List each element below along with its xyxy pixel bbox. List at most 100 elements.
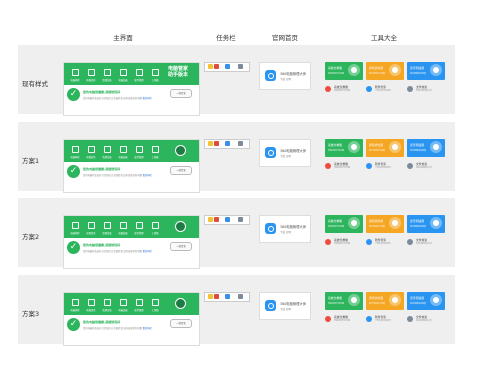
tool-card-sub: 提升游戏运行速度 <box>369 73 386 75</box>
app-icon[interactable] <box>265 147 276 158</box>
tool-card[interactable]: 游戏优化器 提升游戏运行速度 <box>366 62 404 80</box>
app-icon[interactable] <box>265 300 276 311</box>
nav-icon[interactable] <box>87 299 95 306</box>
tool-item[interactable]: 软件管家 下载安装常用软件 <box>366 315 406 325</box>
tool-item[interactable]: 文件恢复 恢复误删除的文件 <box>407 315 447 325</box>
homepage-title: 360电脑管理大师 <box>280 302 307 306</box>
optimize-button[interactable]: 一键优化 <box>170 242 192 251</box>
recheck-link[interactable]: 重新体检 <box>143 97 152 100</box>
tool-item[interactable]: 软件管家 下载安装常用软件 <box>366 238 406 248</box>
tool-item-icon <box>366 163 372 169</box>
homepage-links[interactable]: 下载 官网 <box>280 77 291 81</box>
tool-card[interactable]: 宽带测速器 测试网络带宽速度 <box>407 62 445 80</box>
tool-card-sub: 提升游戏运行速度 <box>369 226 386 228</box>
tool-card[interactable]: 宽带测速器 测试网络带宽速度 <box>407 292 445 310</box>
nav-icon[interactable] <box>71 146 79 153</box>
tool-item[interactable]: 系统急救箱 修复系统异常问题 <box>325 162 365 172</box>
tool-item[interactable]: 软件管家 下载安装常用软件 <box>366 85 406 95</box>
tool-item[interactable]: 文件恢复 恢复误删除的文件 <box>407 238 447 248</box>
row-label: 现有样式 <box>22 80 48 88</box>
tool-card[interactable]: 系统急救箱 修复系统异常问题 <box>325 62 363 80</box>
tool-card[interactable]: 游戏优化器 提升游戏运行速度 <box>366 292 404 310</box>
tool-item[interactable]: 系统急救箱 修复系统异常问题 <box>325 238 365 248</box>
tray-icon[interactable] <box>225 294 230 299</box>
tool-card-sub: 提升游戏运行速度 <box>369 150 386 152</box>
nav-icon[interactable] <box>87 222 95 229</box>
nav-icon[interactable] <box>151 146 159 153</box>
tray-icon[interactable] <box>225 217 230 222</box>
tray-icon[interactable] <box>214 217 219 222</box>
tool-card[interactable]: 宽带测速器 测试网络带宽速度 <box>407 139 445 157</box>
homepage-links[interactable]: 下载 官网 <box>280 230 291 234</box>
nav-icon[interactable] <box>119 146 127 153</box>
tool-card[interactable]: 系统急救箱 修复系统异常问题 <box>325 292 363 310</box>
tool-card-title: 系统急救箱 <box>328 143 342 147</box>
recheck-link[interactable]: 重新体检 <box>143 250 152 253</box>
app-icon[interactable] <box>265 70 276 81</box>
tool-card[interactable]: 宽带测速器 测试网络带宽速度 <box>407 215 445 233</box>
nav-icon[interactable] <box>119 299 127 306</box>
tray-icon[interactable] <box>208 64 213 69</box>
nav-icon[interactable] <box>119 222 127 229</box>
status-title: 您的电脑很健康,请继续保持 <box>83 167 121 171</box>
tray-icon[interactable] <box>238 294 243 299</box>
nav-icon[interactable] <box>119 69 127 76</box>
tray-icon[interactable] <box>208 141 213 146</box>
tool-card-title: 系统急救箱 <box>328 66 342 70</box>
nav-icon[interactable] <box>135 222 143 229</box>
homepage-links[interactable]: 下载 官网 <box>280 154 291 158</box>
nav-icon[interactable] <box>135 146 143 153</box>
nav-icon[interactable] <box>71 69 79 76</box>
tray-icon[interactable] <box>225 64 230 69</box>
status-desc: 您的电脑状态良好,已经进行过全面检查,没有发现任何问题 重新体检 <box>83 250 152 253</box>
column-header-taskbar: 任务栏 <box>216 34 236 42</box>
tool-item[interactable]: 文件恢复 恢复误删除的文件 <box>407 162 447 172</box>
tray-icon[interactable] <box>214 141 219 146</box>
tray-icon[interactable] <box>238 64 243 69</box>
tool-card[interactable]: 游戏优化器 提升游戏运行速度 <box>366 215 404 233</box>
homepage-links[interactable]: 下载 官网 <box>280 307 291 311</box>
nav-icon[interactable] <box>103 146 111 153</box>
tool-card[interactable]: 游戏优化器 提升游戏运行速度 <box>366 139 404 157</box>
tray-icon[interactable] <box>208 294 213 299</box>
main-window-preview: 电脑体检 病毒查杀 清理垃圾 电脑加速 软件管理 工具箱 电脑管家 助手版本 ✓ 您的电脑很健康,… <box>63 62 200 116</box>
tool-card[interactable]: 系统急救箱 修复系统异常问题 <box>325 215 363 233</box>
tool-item[interactable]: 软件管家 下载安装常用软件 <box>366 162 406 172</box>
tray-icon[interactable] <box>238 217 243 222</box>
homepage-title: 360电脑管理大师 <box>280 72 307 76</box>
tray-icon[interactable] <box>238 141 243 146</box>
tool-item[interactable]: 系统急救箱 修复系统异常问题 <box>325 315 365 325</box>
tool-item-sub: 恢复误删除的文件 <box>416 167 433 169</box>
optimize-button[interactable]: 一键优化 <box>170 319 192 328</box>
tray-icon[interactable] <box>214 64 219 69</box>
check-icon: ✓ <box>67 241 80 254</box>
nav-icon[interactable] <box>71 222 79 229</box>
nav-icon[interactable] <box>135 69 143 76</box>
nav-icon[interactable] <box>151 69 159 76</box>
tray-icon[interactable] <box>225 141 230 146</box>
optimize-button[interactable]: 一键优化 <box>170 89 192 98</box>
nav-icon[interactable] <box>135 299 143 306</box>
nav-icon[interactable] <box>71 299 79 306</box>
tool-card-icon <box>348 64 360 76</box>
tool-item[interactable]: 系统急救箱 修复系统异常问题 <box>325 85 365 95</box>
recheck-link[interactable]: 重新体检 <box>143 174 152 177</box>
nav-icon[interactable] <box>103 299 111 306</box>
nav-icon[interactable] <box>103 222 111 229</box>
row-label: 方案3 <box>22 310 40 318</box>
tool-card-title: 系统急救箱 <box>328 219 342 223</box>
nav-icon[interactable] <box>87 146 95 153</box>
main-window-topbar: 电脑体检 病毒查杀 清理垃圾 电脑加速 软件管理 工具箱 <box>64 140 199 162</box>
tray-icon[interactable] <box>208 217 213 222</box>
tool-card[interactable]: 系统急救箱 修复系统异常问题 <box>325 139 363 157</box>
optimize-button[interactable]: 一键优化 <box>170 166 192 175</box>
tool-item[interactable]: 文件恢复 恢复误删除的文件 <box>407 85 447 95</box>
nav-icon[interactable] <box>103 69 111 76</box>
tray-icon[interactable] <box>214 294 219 299</box>
app-icon[interactable] <box>265 223 276 234</box>
nav-icon[interactable] <box>87 69 95 76</box>
recheck-link[interactable]: 重新体检 <box>143 327 152 330</box>
taskbar-tray-preview <box>204 62 250 72</box>
nav-icon[interactable] <box>151 222 159 229</box>
nav-icon[interactable] <box>151 299 159 306</box>
